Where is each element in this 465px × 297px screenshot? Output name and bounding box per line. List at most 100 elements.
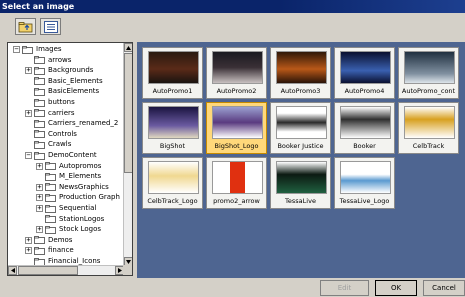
image-thumbnail[interactable]: promo2_arrow <box>206 157 267 209</box>
tree-item[interactable]: + Production Graph <box>36 192 120 203</box>
arrow-right-icon <box>117 268 122 273</box>
image-thumbnail[interactable]: AutoPromo1 <box>142 47 203 99</box>
thumbnail-image <box>276 161 327 194</box>
arrow-left-icon <box>10 268 15 273</box>
thumbnail-caption: TessaLive_Logo <box>339 197 390 205</box>
scroll-left-button[interactable] <box>8 266 17 275</box>
folder-icon <box>34 66 45 75</box>
folder-icon <box>34 130 45 139</box>
tree-item[interactable]: Basic_Elements <box>25 76 103 87</box>
image-thumbnail[interactable]: BigShot_Logo <box>206 102 267 154</box>
thumbnail-caption: CelbTrack_Logo <box>147 197 198 205</box>
thumbnail-image <box>148 106 199 139</box>
tree-item[interactable]: + Stock Logos <box>36 224 101 235</box>
thumbnail-caption: AutoPromo2 <box>216 87 257 95</box>
expand-icon[interactable]: + <box>36 226 43 234</box>
list-view-icon <box>43 20 58 33</box>
scroll-thumb[interactable] <box>124 53 132 173</box>
tree-item-label: arrows <box>48 55 72 64</box>
tree-item[interactable]: StationLogos <box>36 214 104 225</box>
tree-item[interactable]: + finance <box>25 245 74 256</box>
tree-item[interactable]: − Images <box>13 44 62 55</box>
image-thumbnail[interactable]: CelbTrack_Logo <box>142 157 203 209</box>
image-thumbnail[interactable]: AutoPromo3 <box>270 47 331 99</box>
thumbnail-image <box>276 106 327 139</box>
expand-icon[interactable]: + <box>36 183 43 191</box>
folder-icon <box>34 151 45 160</box>
tree-item[interactable]: + Sequential <box>36 203 96 214</box>
folder-icon <box>45 193 56 202</box>
tree-item[interactable]: buttons <box>25 97 75 108</box>
expand-icon[interactable]: + <box>25 67 32 75</box>
expand-icon[interactable]: + <box>36 205 43 212</box>
tree-item[interactable]: Carriers_renamed_2 <box>25 118 118 129</box>
image-thumbnail[interactable]: AutoPromo4 <box>334 47 395 99</box>
scroll-thumb-horizontal[interactable] <box>18 266 78 275</box>
folder-icon <box>45 183 56 192</box>
ok-button[interactable]: OK <box>375 280 417 296</box>
tree-item-label: StationLogos <box>59 214 105 223</box>
tree-item[interactable]: + Demos <box>25 235 72 246</box>
folder-icon <box>34 140 45 149</box>
cancel-button[interactable]: Cancel <box>423 280 465 296</box>
folder-icon <box>45 204 56 213</box>
tree-item[interactable]: + NewsGraphics <box>36 182 109 193</box>
expand-icon[interactable]: + <box>36 162 43 170</box>
folder-tree-list: − Images arrows + Backgrounds Basic_Elements B… <box>8 43 124 266</box>
folder-icon <box>34 236 45 245</box>
image-thumbnail[interactable]: CelbTrack <box>398 102 459 154</box>
expand-icon[interactable]: + <box>25 236 32 244</box>
thumbnail-image <box>404 106 455 139</box>
tree-item-label: finance <box>48 246 74 255</box>
tree-horizontal-scrollbar[interactable] <box>8 265 124 275</box>
tree-item[interactable]: + carriers <box>25 108 75 119</box>
tree-item-label: Backgrounds <box>48 66 94 75</box>
scroll-up-button[interactable] <box>124 43 132 52</box>
tree-item[interactable]: Crawls <box>25 139 71 150</box>
folder-icon <box>34 87 45 96</box>
tree-item-label: M_Elements <box>59 172 102 181</box>
edit-button[interactable]: Edit <box>320 280 369 296</box>
tree-item[interactable]: M_Elements <box>36 171 101 182</box>
image-thumbnail[interactable]: BigShot <box>142 102 203 154</box>
tree-vertical-scrollbar[interactable] <box>123 43 132 266</box>
thumbnail-image <box>340 51 391 84</box>
folder-tree[interactable]: − Images arrows + Backgrounds Basic_Elements B… <box>7 42 133 276</box>
list-view-button[interactable] <box>40 18 61 35</box>
tree-item[interactable]: + Backgrounds <box>25 65 93 76</box>
thumbnail-caption: AutoPromo_cont <box>401 87 456 95</box>
tree-item[interactable]: arrows <box>25 55 71 66</box>
image-thumbnail[interactable]: Booker Justice <box>270 102 331 154</box>
dialog-footer: Edit OK Cancel <box>0 279 465 297</box>
image-thumbnail[interactable]: TessaLive_Logo <box>334 157 395 209</box>
folder-up-button[interactable] <box>15 18 36 35</box>
image-thumbnail[interactable]: AutoPromo_cont <box>398 47 459 99</box>
tree-item[interactable]: Controls <box>25 129 77 140</box>
expand-icon[interactable]: + <box>25 109 32 117</box>
tree-item[interactable]: − DemoContent <box>25 150 97 161</box>
image-thumbnail[interactable]: TessaLive <box>270 157 331 209</box>
tree-item-label: BasicElements <box>48 87 100 96</box>
thumbnail-caption: AutoPromo1 <box>152 87 193 95</box>
tree-item-label: Carriers_renamed_2 <box>48 119 119 128</box>
window-title: Select an image <box>0 0 465 13</box>
expand-icon[interactable]: + <box>25 247 32 255</box>
collapse-icon[interactable]: − <box>13 46 20 53</box>
thumbnail-image <box>212 161 263 194</box>
image-gallery: AutoPromo1 AutoPromo2 AutoPromo3 AutoPromo4… <box>137 42 465 278</box>
image-thumbnail[interactable]: Booker <box>334 102 395 154</box>
thumbnail-caption: BigShot_Logo <box>214 142 259 150</box>
toolbar <box>0 14 465 38</box>
image-thumbnail[interactable]: AutoPromo2 <box>206 47 267 99</box>
tree-item[interactable]: BasicElements <box>25 86 99 97</box>
collapse-icon[interactable]: − <box>25 152 32 159</box>
tree-item-label: Demos <box>48 235 73 244</box>
tree-item[interactable]: + Autopromos <box>36 161 101 172</box>
expand-icon[interactable]: + <box>36 194 43 202</box>
thumbnail-caption: TessaLive <box>285 197 316 205</box>
thumbnail-caption: AutoPromo4 <box>344 87 385 95</box>
